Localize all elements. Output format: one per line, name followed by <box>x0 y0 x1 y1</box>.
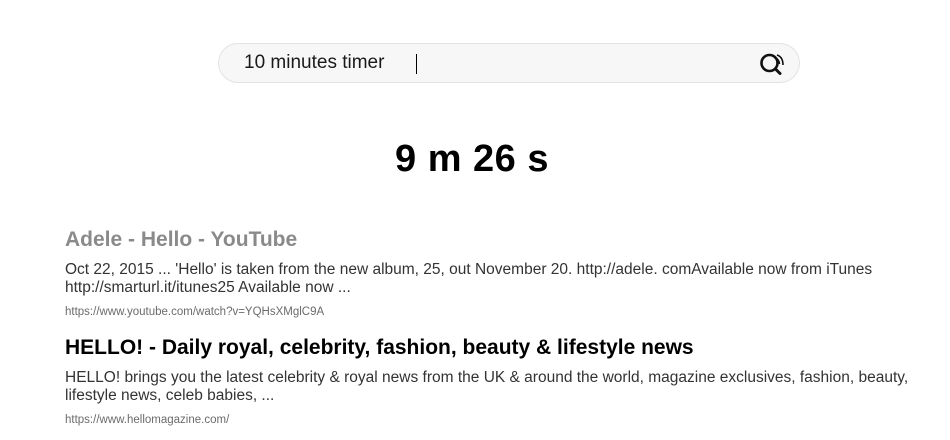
search-bar[interactable] <box>218 43 800 83</box>
page: 9 m 26 s Adele - Hello - YouTube Oct 22,… <box>0 0 950 440</box>
search-result: Adele - Hello - YouTube Oct 22, 2015 ...… <box>65 228 945 320</box>
result-title-link[interactable]: HELLO! - Daily royal, celebrity, fashion… <box>65 336 694 360</box>
timer-display: 9 m 26 s <box>395 138 549 180</box>
search-input[interactable] <box>244 44 744 82</box>
result-title-link[interactable]: Adele - Hello - YouTube <box>65 228 297 252</box>
search-icon[interactable] <box>759 52 785 76</box>
text-caret <box>416 54 417 74</box>
search-result: HELLO! - Daily royal, celebrity, fashion… <box>65 336 945 428</box>
result-snippet: Oct 22, 2015 ... 'Hello' is taken from t… <box>65 261 873 296</box>
result-snippet: HELLO! brings you the latest celebrity &… <box>65 369 909 404</box>
result-url[interactable]: https://www.hellomagazine.com/ <box>65 414 229 426</box>
result-url[interactable]: https://www.youtube.com/watch?v=YQHsXMgl… <box>65 306 324 318</box>
